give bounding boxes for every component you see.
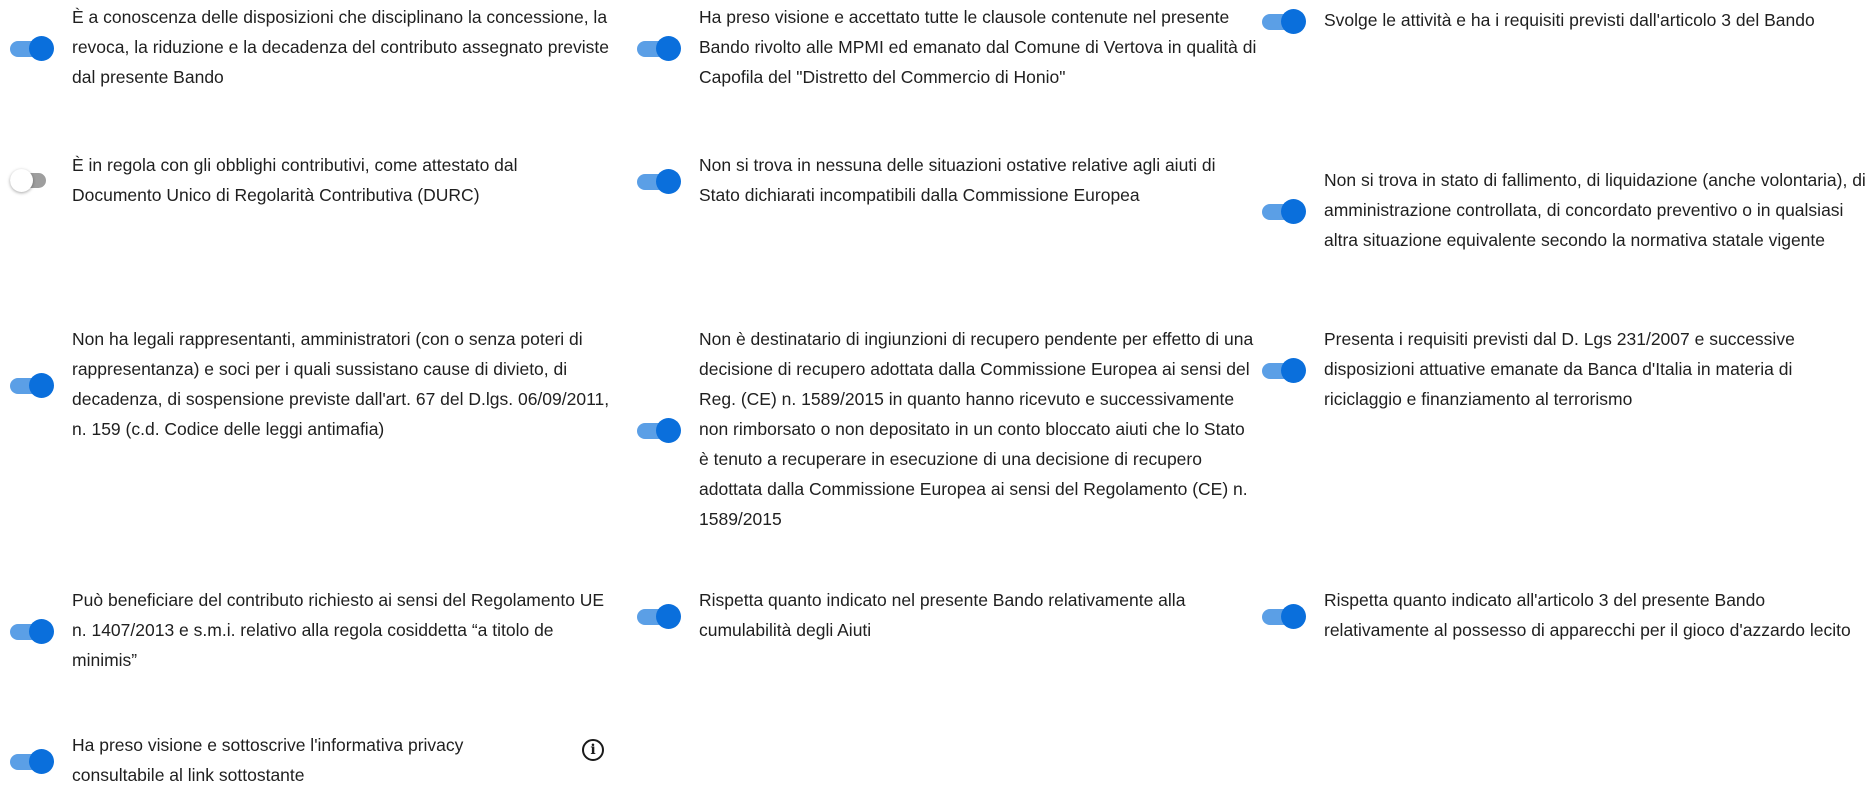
check-label: Non si trova in nessuna delle situazioni… — [699, 155, 1216, 205]
toggle-switch[interactable] — [637, 36, 681, 61]
check-antiriciclaggio: Presenta i requisiti previsti dal D. Lgs… — [1262, 324, 1862, 414]
check-label: È in regola con gli obblighi contributiv… — [72, 155, 518, 205]
toggle-switch[interactable] — [10, 36, 54, 61]
toggle-knob — [656, 36, 681, 61]
check-label: Ha preso visione e accettato tutte le cl… — [699, 7, 1257, 87]
info-icon[interactable]: i — [582, 739, 604, 761]
check-label: Può beneficiare del contributo richiesto… — [72, 590, 605, 670]
toggle-switch[interactable] — [637, 418, 681, 443]
check-ingiunzioni-recupero: Non è destinatario di ingiunzioni di rec… — [637, 324, 1257, 534]
toggle-knob — [1281, 604, 1306, 629]
check-label: Presenta i requisiti previsti dal D. Lgs… — [1324, 329, 1795, 409]
toggle-switch[interactable] — [10, 749, 54, 774]
check-de-minimis: Può beneficiare del contributo richiesto… — [10, 585, 610, 675]
check-durc: È in regola con gli obblighi contributiv… — [10, 150, 610, 210]
check-label: Svolge le attività e ha i requisiti prev… — [1324, 10, 1815, 30]
toggle-knob — [656, 604, 681, 629]
toggle-knob — [10, 169, 33, 192]
toggle-knob — [1281, 199, 1306, 224]
check-label: Rispetta quanto indicato all'articolo 3 … — [1324, 590, 1851, 640]
check-gioco-azzardo: Rispetta quanto indicato all'articolo 3 … — [1262, 585, 1867, 645]
toggle-knob — [656, 418, 681, 443]
check-conoscenza-disposizioni: È a conoscenza delle disposizioni che di… — [10, 2, 620, 92]
check-requisiti-art3: Svolge le attività e ha i requisiti prev… — [1262, 2, 1862, 38]
toggle-switch[interactable] — [637, 169, 681, 194]
toggle-switch[interactable] — [1262, 199, 1306, 224]
check-label: Non è destinatario di ingiunzioni di rec… — [699, 329, 1254, 529]
toggle-knob — [656, 169, 681, 194]
toggle-switch[interactable] — [10, 169, 54, 192]
toggle-switch[interactable] — [1262, 604, 1306, 629]
check-label: Rispetta quanto indicato nel presente Ba… — [699, 590, 1186, 640]
toggle-switch[interactable] — [10, 619, 54, 644]
toggle-knob — [29, 619, 54, 644]
check-aiuti-stato: Non si trova in nessuna delle situazioni… — [637, 150, 1257, 210]
toggle-switch[interactable] — [1262, 9, 1306, 34]
toggle-switch[interactable] — [637, 604, 681, 629]
check-label: Non si trova in stato di fallimento, di … — [1324, 170, 1866, 250]
check-label: Non ha legali rappresentanti, amministra… — [72, 329, 610, 439]
check-label: Ha preso visione e sottoscrive l'informa… — [72, 735, 464, 785]
check-cumulabilita-aiuti: Rispetta quanto indicato nel presente Ba… — [637, 585, 1257, 645]
check-clausole-bando: Ha preso visione e accettato tutte le cl… — [637, 2, 1257, 92]
check-fallimento: Non si trova in stato di fallimento, di … — [1262, 150, 1867, 270]
toggle-knob — [1281, 358, 1306, 383]
check-privacy: Ha preso visione e sottoscrive l'informa… — [10, 730, 510, 790]
toggle-knob — [1281, 9, 1306, 34]
toggle-knob — [29, 373, 54, 398]
check-antimafia: Non ha legali rappresentanti, amministra… — [10, 324, 610, 444]
toggle-knob — [29, 749, 54, 774]
toggle-knob — [29, 36, 54, 61]
check-label: È a conoscenza delle disposizioni che di… — [72, 7, 610, 87]
toggle-switch[interactable] — [1262, 358, 1306, 383]
toggle-switch[interactable] — [10, 373, 54, 398]
